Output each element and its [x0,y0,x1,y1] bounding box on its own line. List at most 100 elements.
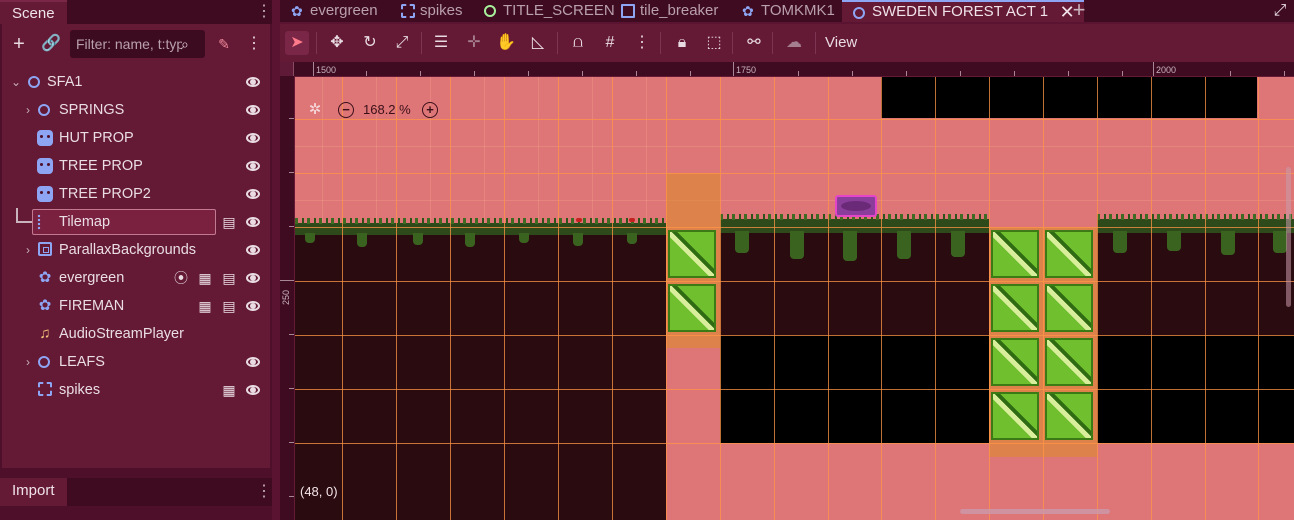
vertical-scrollbar[interactable] [1286,167,1291,307]
scale-mode-icon[interactable]: ⤢ [390,31,414,55]
pivot-mode-icon[interactable]: ✛ [462,31,486,55]
scene-dock-tab[interactable]: Scene [0,0,67,24]
tree-item-label: spikes [59,382,101,398]
ruler-label: 2000 [1156,65,1177,75]
chevron-right-icon[interactable]: › [22,353,34,371]
signal-icon[interactable]: ⦿ [172,269,190,287]
eye-icon[interactable] [246,187,260,201]
bone-icon[interactable]: ⚯ [742,31,766,55]
tab-sweden-forest-act-1[interactable]: SWEDEN FOREST ACT 1 ✕ [842,0,1085,22]
grid-line [828,77,829,520]
tree-item-label: evergreen [59,270,125,286]
scene-tab-bar: ✿ evergreen spikes TITLE_SCREEN tile_bre… [280,0,1294,22]
toolbar-separator [815,32,816,54]
view-menu-button[interactable]: View [825,31,857,55]
ruler-tick [798,71,799,76]
list-select-icon[interactable]: ☰ [429,31,453,55]
tree-item-tree-prop2[interactable]: TREE PROP2 [2,180,270,208]
instance-icon[interactable]: ▦ [196,297,214,315]
ruler-label: 250 [281,290,291,306]
ruler-tick [366,71,367,76]
tree-item-spikes[interactable]: spikes ▦ [2,376,270,404]
zoom-in-icon[interactable]: + [422,102,438,118]
script-icon[interactable]: ▤ [220,213,238,231]
eye-icon[interactable] [246,215,260,229]
grid-line [1043,77,1044,520]
add-tab-icon[interactable]: + [1068,0,1090,22]
grid-snap-icon[interactable]: # [598,31,622,55]
tree-item-springs[interactable]: › SPRINGS [2,96,270,124]
canvas-viewport[interactable]: 1500 1750 2000 250 ✲ − 168.2 % + (48, 0) [280,62,1294,520]
smart-snap-icon[interactable]: ⩍ [566,31,590,55]
add-node-icon[interactable]: + [7,32,31,56]
ruler-tick [289,226,294,227]
script-icon[interactable]: ▤ [220,269,238,287]
tree-item-audio-stream-player[interactable]: ♫ AudioStreamPlayer [2,320,270,348]
tree-item-fireman[interactable]: ✿ FIREMAN ▦ ▤ [2,292,270,320]
scene-dock-menu-icon[interactable]: ⋮ [256,2,272,22]
character-body-icon: ✿ [38,269,52,286]
eye-icon[interactable] [246,299,260,313]
tab-evergreen[interactable]: ✿ evergreen [280,0,388,22]
area-icon [38,382,52,396]
spring-object[interactable] [835,195,877,217]
grid-line [612,77,613,520]
instance-scene-icon[interactable]: 🔗 [39,32,63,56]
filter-input[interactable] [76,30,182,58]
chevron-down-icon[interactable]: ⌄ [10,73,22,91]
tree-item-tree-prop[interactable]: TREE PROP [2,152,270,180]
eye-icon[interactable] [246,243,260,257]
zoom-out-icon[interactable]: − [338,102,354,118]
node2d-icon [38,104,50,116]
tab-tomkmk1[interactable]: ✿ TOMKMK1 [731,0,845,22]
select-mode-icon[interactable]: ➤ [285,31,309,55]
eye-icon[interactable] [246,383,260,397]
grid-line [774,77,775,520]
eye-icon[interactable] [246,131,260,145]
tree-item-evergreen[interactable]: ✿ evergreen ⦿ ▦ ▤ [2,264,270,292]
eye-icon[interactable] [246,271,260,285]
eye-icon[interactable] [246,159,260,173]
tilemap-canvas[interactable]: ✲ − 168.2 % + (48, 0) [295,77,1294,520]
tree-item-leafs[interactable]: › LEAFS [2,348,270,376]
tree-item-tilemap[interactable]: Tilemap ▤ [2,208,270,236]
group-icon[interactable]: ⬚ [702,31,726,55]
tree-item-hut-prop[interactable]: HUT PROP [2,124,270,152]
center-view-icon[interactable]: ✲ [307,102,323,118]
rotate-mode-icon[interactable]: ↻ [358,31,382,55]
instance-icon[interactable]: ▦ [196,269,214,287]
move-mode-icon[interactable]: ✥ [325,31,349,55]
tree-item-parallax-backgrounds[interactable]: › ParallaxBackgrounds [2,236,270,264]
ruler-tick [1068,71,1069,76]
chevron-right-icon[interactable]: › [22,241,34,259]
eye-icon[interactable] [246,103,260,117]
chevron-right-icon[interactable]: › [22,101,34,119]
eye-icon[interactable] [246,75,260,89]
tab-tile-breaker[interactable]: tile_breaker [610,0,728,22]
moss-drip [1273,231,1287,253]
snap-options-icon[interactable]: ⋮ [630,31,654,55]
particles-icon[interactable]: ☁ [782,31,806,55]
eye-icon[interactable] [246,355,260,369]
scene-toolbar-menu-icon[interactable]: ⋮ [242,32,266,56]
tab-spikes[interactable]: spikes [390,0,473,22]
crate-tile [991,230,1039,278]
tree-item-sfa1[interactable]: ⌄ SFA1 [2,68,270,96]
ruler-tick [289,388,294,389]
grid-line [396,77,397,520]
script-icon[interactable]: ▤ [220,297,238,315]
import-dock-menu-icon[interactable]: ⋮ [256,482,272,502]
ruler-tick [733,62,734,76]
instance-icon[interactable]: ▦ [220,381,238,399]
node2d-icon [853,7,865,19]
horizontal-scrollbar[interactable] [960,509,1110,514]
import-dock-tab[interactable]: Import [0,478,67,506]
zoom-level-label[interactable]: 168.2 % [363,102,411,118]
pan-mode-icon[interactable]: ✋ [494,31,518,55]
tree-item-label: LEAFS [59,354,105,370]
distraction-free-icon[interactable]: ⤢ [1270,1,1290,21]
ruler-mode-icon[interactable]: ◺ [526,31,550,55]
tab-title-screen[interactable]: TITLE_SCREEN [473,0,625,22]
lock-icon[interactable]: 🔒︎ [670,31,694,55]
attach-script-icon[interactable]: ✎ [212,32,236,56]
